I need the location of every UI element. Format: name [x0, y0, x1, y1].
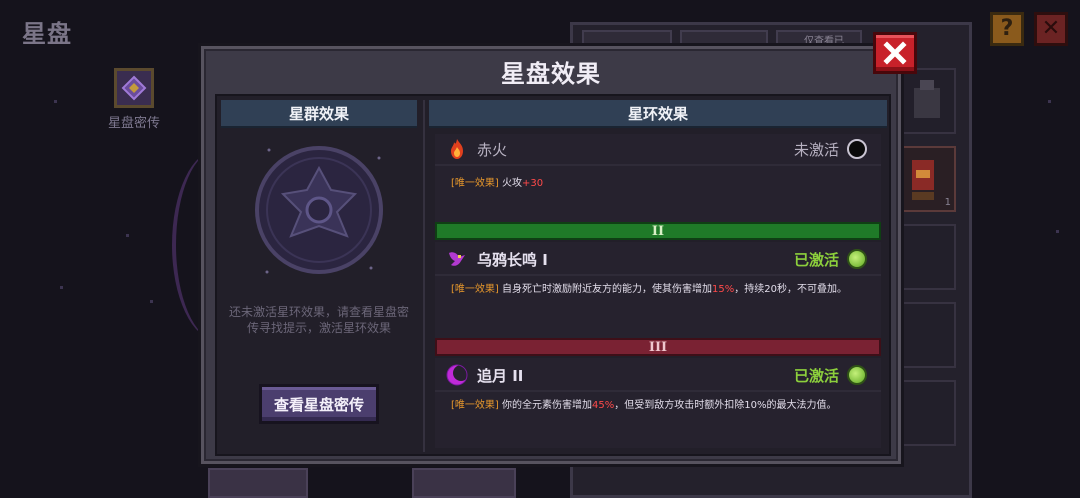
constellation-effects-header: 星群效果 — [221, 100, 417, 128]
effect-status: 已激活 — [793, 250, 839, 269]
effect-desc-text: ，但受到敌方攻击时额外扣除10%的最大法力值。 — [614, 400, 837, 411]
effects-list: 赤火 未激活 [唯一效果] 火攻+30 II 乌鸦长鸣 I 已激活 [唯一效果]… — [435, 134, 881, 452]
item-slot[interactable] — [898, 224, 956, 290]
item-slot[interactable]: 1 — [898, 146, 956, 212]
star-speck — [60, 286, 63, 289]
effect-desc-value: 15% — [712, 284, 735, 295]
effect-desc-text: 你的全元素伤害增加 — [502, 400, 592, 411]
effect-name: 赤火 — [477, 140, 508, 159]
close-x-icon — [883, 41, 907, 65]
dialog-title: 星盘效果 — [501, 60, 601, 88]
fire-icon — [451, 139, 463, 159]
rune-book-icon — [114, 68, 154, 108]
tier-bar: III — [435, 338, 881, 356]
effect-desc-value: 45% — [592, 400, 615, 411]
effect-desc-text: 火攻 — [502, 178, 522, 189]
bottom-button[interactable] — [208, 468, 308, 498]
star-speck — [150, 300, 153, 303]
legend-label: 星盘密传 — [107, 116, 160, 131]
star-ring-effects-header: 星环效果 — [429, 100, 887, 128]
star-speck — [54, 100, 57, 103]
effect-desc-text: 自身死亡时激励附近友方的能力，使其伤害增加 — [502, 284, 712, 295]
effect-row[interactable]: 追月 II 已激活 — [435, 360, 881, 392]
effect-desc-text: ，持续20秒，不可叠加。 — [734, 284, 847, 295]
unique-effect-tag: [唯一效果] — [451, 284, 499, 295]
star-speck — [126, 234, 129, 237]
item-slot[interactable] — [898, 68, 956, 134]
effect-description: [唯一效果] 火攻+30 — [451, 176, 865, 191]
shadow-creature-icon — [914, 80, 940, 118]
star-speck — [1056, 230, 1059, 233]
bottom-button[interactable] — [412, 468, 516, 498]
raven-icon — [449, 252, 465, 266]
dialog-content: 星群效果 还未激活星环效果，请查看星盘密传寻找提示，激活星环效果 查看星盘密传 … — [215, 94, 891, 456]
effect-row[interactable]: 乌鸦长鸣 I 已激活 — [435, 244, 881, 276]
slot-count: 1 — [944, 197, 951, 208]
effect-description: [唯一效果] 自身死亡时激励附近友方的能力，使其伤害增加15%，持续20秒，不可… — [451, 282, 865, 297]
effect-status: 已激活 — [793, 366, 839, 385]
hint-text: 还未激活星环效果，请查看星盘密传寻找提示，激活星环效果 — [228, 305, 409, 335]
active-orb-icon — [847, 365, 867, 385]
effect-row[interactable]: 赤火 未激活 — [435, 134, 881, 166]
constellation-effects-panel: 星群效果 还未激活星环效果，请查看星盘密传寻找提示，激活星环效果 查看星盘密传 — [221, 100, 417, 452]
screen-title: 星盘 — [22, 20, 72, 48]
help-button[interactable]: ? — [990, 12, 1024, 46]
effect-name: 追月 II — [477, 366, 524, 385]
effect-status: 未激活 — [793, 140, 839, 159]
star-ring-effects-panel: 星环效果 赤火 未激活 [唯一效果] 火攻+30 II 乌鸦长鸣 I 已激活 [… — [423, 100, 887, 452]
crescent-moon-icon — [446, 364, 469, 386]
close-button[interactable] — [873, 32, 917, 74]
screen-close-button[interactable]: ✕ — [1034, 12, 1068, 46]
tier-bar: II — [435, 222, 881, 240]
legend-entry[interactable]: 星盘密传 — [96, 68, 172, 131]
item-slot[interactable] — [898, 380, 956, 446]
view-star-chart-lore-button[interactable]: 查看星盘密传 — [259, 384, 379, 424]
unique-effect-tag: [唯一效果] — [451, 400, 499, 411]
effect-description: [唯一效果] 你的全元素伤害增加45%，但受到敌方攻击时额外扣除10%的最大法力… — [451, 398, 865, 413]
active-orb-icon — [847, 249, 867, 269]
star-chart-effects-dialog: 星盘效果 星群效果 还未激活星环效果，请查看星盘密传寻找提示，激活星环效果 查看… — [198, 32, 917, 467]
unique-effect-tag: [唯一效果] — [451, 178, 499, 189]
effect-desc-value: +30 — [522, 178, 544, 189]
star-chart-disc-icon — [255, 146, 383, 274]
star-speck — [1048, 100, 1051, 103]
item-slot[interactable] — [898, 302, 956, 368]
effect-name: 乌鸦长鸣 I — [477, 250, 548, 269]
inactive-orb-icon — [847, 139, 867, 159]
